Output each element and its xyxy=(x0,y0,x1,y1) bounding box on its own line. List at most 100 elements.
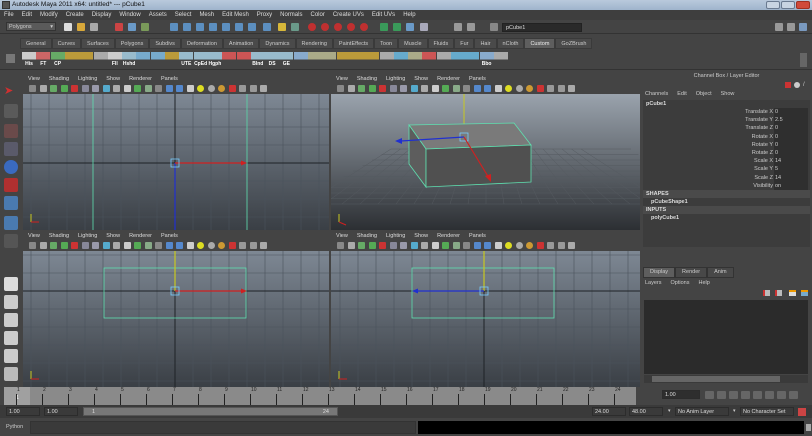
script-editor-icon[interactable] xyxy=(806,424,811,431)
menu-mesh[interactable]: Mesh xyxy=(199,10,214,20)
panel-tool-4-icon[interactable] xyxy=(379,242,386,249)
panel-tool-21-icon[interactable] xyxy=(557,242,565,249)
render-icon[interactable] xyxy=(308,23,316,31)
shelf-tab-fur[interactable]: Fur xyxy=(454,38,475,49)
panel-tool-22-icon[interactable] xyxy=(260,85,267,92)
pencil-icon[interactable]: / xyxy=(803,82,809,88)
shelf-button-tool-30-icon[interactable] xyxy=(451,52,465,66)
snap-surface-icon[interactable] xyxy=(222,23,230,31)
channel-value[interactable]: 0 xyxy=(774,108,808,117)
panel-tool-22-icon[interactable] xyxy=(568,242,575,249)
panel-tool-7-icon[interactable] xyxy=(102,85,110,92)
panel-menu-shading[interactable]: Shading xyxy=(357,232,377,241)
panel-tool-14-icon[interactable] xyxy=(484,85,491,92)
menu-assets[interactable]: Assets xyxy=(149,10,167,20)
minimize-button[interactable] xyxy=(766,1,780,9)
shelf-tab-toon[interactable]: Toon xyxy=(374,38,399,49)
channel-name[interactable]: Translate X xyxy=(745,108,774,116)
panel-menu-show[interactable]: Show xyxy=(414,75,428,84)
panel-tool-8-icon[interactable] xyxy=(113,85,120,92)
object-name[interactable]: pCube1 xyxy=(643,100,810,108)
menu-edit-uvs[interactable]: Edit UVs xyxy=(372,10,395,20)
play-forwards-icon[interactable] xyxy=(753,391,762,399)
open-scene-icon[interactable] xyxy=(77,23,85,31)
animation-preferences-icon[interactable] xyxy=(798,408,806,416)
character-set-dropdown[interactable]: No Character Set xyxy=(740,407,794,416)
panel-tool-16-icon[interactable] xyxy=(197,85,204,92)
menu-window[interactable]: Window xyxy=(119,10,140,20)
select-object-icon[interactable] xyxy=(128,23,136,31)
channel-box-toggle-icon[interactable] xyxy=(799,23,807,31)
shelf-button-ute-icon[interactable]: UTE xyxy=(179,52,194,67)
panel-menu-panels[interactable]: Panels xyxy=(469,232,486,241)
panel-menu-lighting[interactable]: Lighting xyxy=(386,75,405,84)
channel-value[interactable]: 0 xyxy=(774,124,808,133)
output-ops-icon[interactable] xyxy=(393,23,401,31)
absolute-transform-icon[interactable] xyxy=(467,23,475,31)
panel-tool-12-icon[interactable] xyxy=(463,242,470,249)
panel-tool-6-icon[interactable] xyxy=(92,85,99,92)
panel-tool-7-icon[interactable] xyxy=(410,85,418,92)
cube-front[interactable] xyxy=(425,144,532,188)
panel-tool-4-icon[interactable] xyxy=(71,85,78,92)
panel-tool-8-icon[interactable] xyxy=(421,85,428,92)
soft-modification-icon[interactable] xyxy=(4,216,18,230)
panel-tool-17-icon[interactable] xyxy=(207,242,215,249)
menu-edit-mesh[interactable]: Edit Mesh xyxy=(222,10,249,20)
panel-menu-shading[interactable]: Shading xyxy=(49,75,69,84)
shelf-button-fll-icon[interactable]: Fll xyxy=(107,52,122,67)
channel-row[interactable]: Rotate Z0 xyxy=(643,148,810,158)
panel-tool-0-icon[interactable] xyxy=(337,85,344,92)
channel-name[interactable]: Scale Z xyxy=(754,174,774,182)
channel-row[interactable]: Translate X0 xyxy=(643,108,810,117)
shelf-button-tool-21-icon[interactable] xyxy=(322,52,337,66)
shelf-button-tool-10-icon[interactable] xyxy=(165,52,179,66)
channel-value[interactable]: 14 xyxy=(774,173,808,182)
shelf-tab-rendering[interactable]: Rendering xyxy=(295,38,333,49)
shelf-button-cp-icon[interactable]: CP xyxy=(50,52,65,67)
panel-tool-9-icon[interactable] xyxy=(431,242,439,249)
panel-tool-13-icon[interactable] xyxy=(165,85,173,92)
menu-modify[interactable]: Modify xyxy=(40,10,58,20)
lasso-tool-icon[interactable] xyxy=(4,104,18,118)
panel-tool-18-icon[interactable] xyxy=(218,85,225,92)
menu-display[interactable]: Display xyxy=(92,10,112,20)
panel-menu-show[interactable]: Show xyxy=(414,232,428,241)
panel-tool-17-icon[interactable] xyxy=(515,85,523,92)
panel-tool-10-icon[interactable] xyxy=(134,85,141,92)
shelf-button-tool-23-icon[interactable] xyxy=(350,52,365,66)
shelf-tab-muscle[interactable]: Muscle xyxy=(398,38,428,49)
panel-tool-5-icon[interactable] xyxy=(389,242,397,249)
panel-menu-view[interactable]: View xyxy=(28,75,40,84)
select-hierarchy-icon[interactable] xyxy=(115,23,123,31)
layout-persp-outliner-icon[interactable] xyxy=(4,313,18,327)
panel-tool-15-icon[interactable] xyxy=(186,85,194,92)
play-backwards-icon[interactable] xyxy=(741,391,750,399)
channel-value[interactable]: 0 xyxy=(774,132,808,141)
panel-tool-1-icon[interactable] xyxy=(347,85,355,92)
shelf-button-tool-22-icon[interactable] xyxy=(336,52,351,66)
new-layer-icon[interactable] xyxy=(775,290,782,296)
panel-tool-21-icon[interactable] xyxy=(249,242,257,249)
shelf-button-tool-33-icon[interactable] xyxy=(493,52,508,66)
panel-tool-14-icon[interactable] xyxy=(176,85,183,92)
panel-tool-19-icon[interactable] xyxy=(536,242,544,249)
panel-menu-lighting[interactable]: Lighting xyxy=(78,75,97,84)
menu-create[interactable]: Create xyxy=(66,10,84,20)
menu-normals[interactable]: Normals xyxy=(280,10,302,20)
snap-curve-icon[interactable] xyxy=(183,23,191,31)
panel-tool-3-icon[interactable] xyxy=(60,85,68,92)
shelf-button-tool-4-icon[interactable] xyxy=(79,52,94,66)
channel-name[interactable]: Visibility xyxy=(753,182,774,190)
select-by-name-icon[interactable] xyxy=(406,23,414,31)
panel-menu-view[interactable]: View xyxy=(336,75,348,84)
panel-menu-shading[interactable]: Shading xyxy=(357,75,377,84)
panel-tool-20-icon[interactable] xyxy=(239,242,246,249)
go-to-end-icon[interactable] xyxy=(789,391,798,399)
shelf-button-tool-15-icon[interactable] xyxy=(236,52,251,66)
layer-scrollbar[interactable] xyxy=(644,375,808,383)
save-scene-icon[interactable] xyxy=(90,23,98,31)
shelf-button-his-icon[interactable]: His xyxy=(22,52,36,67)
panel-tool-1-icon[interactable] xyxy=(39,85,47,92)
attribute-editor-toggle-icon[interactable] xyxy=(775,23,783,31)
